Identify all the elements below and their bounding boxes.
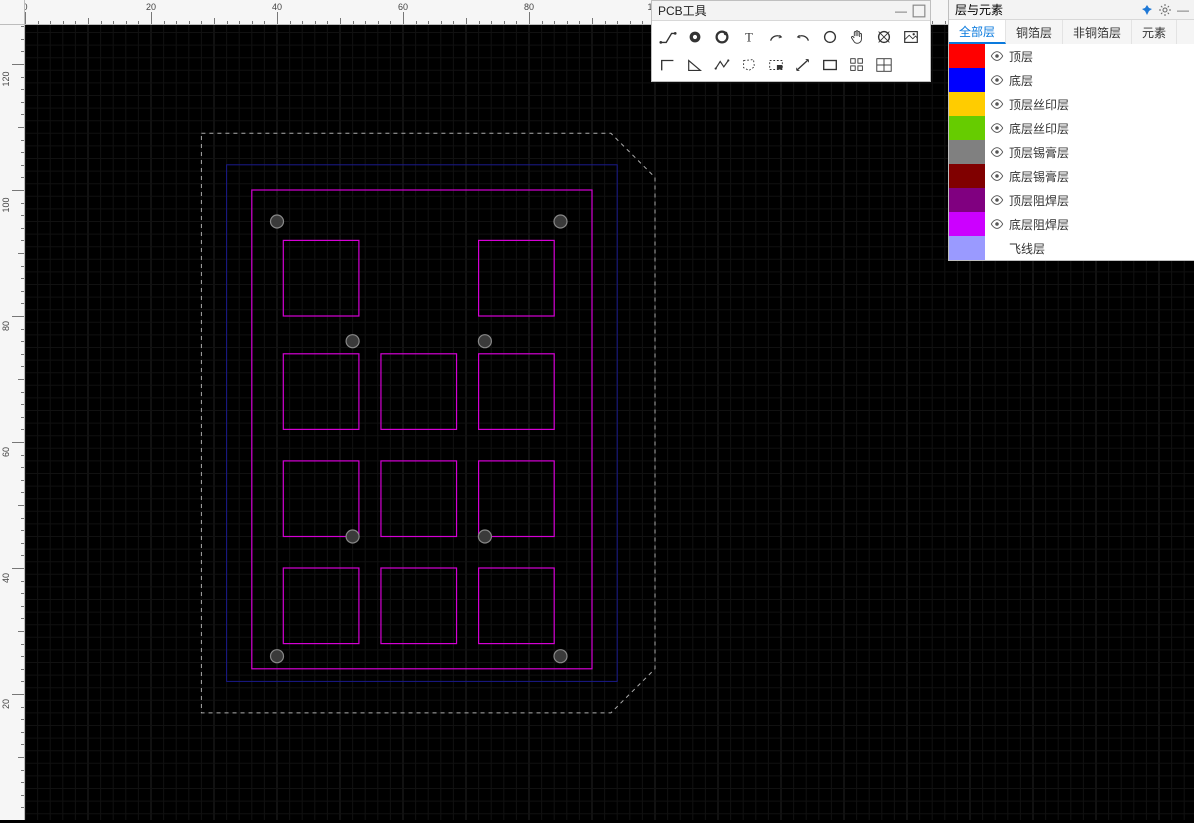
layer-row[interactable]: 底层锡膏层 bbox=[949, 164, 1194, 188]
panel-title: 层与元素 bbox=[955, 1, 1140, 18]
tool-region[interactable] bbox=[735, 51, 762, 79]
tool-arc-ccw[interactable] bbox=[789, 23, 816, 51]
pcb-tools-panel[interactable]: PCB工具 — T bbox=[651, 0, 931, 82]
dock-icon[interactable] bbox=[912, 4, 926, 18]
layer-name: 底层丝印层 bbox=[1009, 120, 1194, 137]
visibility-eye-icon[interactable] bbox=[985, 217, 1009, 231]
layer-color-swatch[interactable] bbox=[949, 92, 985, 116]
layer-tabs: 全部层 铜箔层 非铜箔层 元素 bbox=[949, 20, 1194, 44]
layer-name: 顶层阻焊层 bbox=[1009, 192, 1194, 209]
layer-row[interactable]: 顶层锡膏层 bbox=[949, 140, 1194, 164]
layer-color-swatch[interactable] bbox=[949, 236, 985, 260]
tab-copper-layers[interactable]: 铜箔层 bbox=[1006, 20, 1063, 44]
tab-all-layers[interactable]: 全部层 bbox=[949, 20, 1006, 44]
panel-header[interactable]: 层与元素 — bbox=[949, 0, 1194, 20]
tab-noncopper-layers[interactable]: 非铜箔层 bbox=[1063, 20, 1132, 44]
tab-elements[interactable]: 元素 bbox=[1132, 20, 1177, 44]
layer-row[interactable]: 底层丝印层 bbox=[949, 116, 1194, 140]
panel-header[interactable]: PCB工具 — bbox=[652, 1, 930, 21]
svg-text:T: T bbox=[745, 31, 753, 45]
layer-color-swatch[interactable] bbox=[949, 140, 985, 164]
layer-name: 顶层 bbox=[1009, 48, 1194, 65]
tool-polyline[interactable] bbox=[708, 51, 735, 79]
layer-name: 底层 bbox=[1009, 72, 1194, 89]
tool-align[interactable] bbox=[870, 51, 897, 79]
layer-color-swatch[interactable] bbox=[949, 212, 985, 236]
layers-list: 顶层底层顶层丝印层底层丝印层顶层锡膏层底层锡膏层顶层阻焊层底层阻焊层飞线层 bbox=[949, 44, 1194, 260]
layer-color-swatch[interactable] bbox=[949, 116, 985, 140]
visibility-eye-icon[interactable] bbox=[985, 121, 1009, 135]
tool-image[interactable] bbox=[897, 23, 924, 51]
ruler-corner bbox=[0, 0, 25, 25]
tool-grid: T bbox=[652, 21, 930, 81]
visibility-eye-icon[interactable] bbox=[985, 49, 1009, 63]
visibility-eye-icon[interactable] bbox=[985, 169, 1009, 183]
tool-circle[interactable] bbox=[816, 23, 843, 51]
layers-panel[interactable]: 层与元素 — 全部层 铜箔层 非铜箔层 元素 顶层底层顶层丝印层底层丝印层顶层锡… bbox=[948, 0, 1194, 261]
layer-color-swatch[interactable] bbox=[949, 68, 985, 92]
minimize-icon[interactable]: — bbox=[894, 4, 908, 18]
tool-measure[interactable] bbox=[870, 23, 897, 51]
tool-text[interactable]: T bbox=[735, 23, 762, 51]
tool-via[interactable] bbox=[681, 23, 708, 51]
tool-rect-region[interactable] bbox=[762, 51, 789, 79]
ruler-left: 020406080100120 bbox=[0, 25, 25, 820]
tool-array[interactable] bbox=[843, 51, 870, 79]
layer-name: 底层阻焊层 bbox=[1009, 216, 1194, 233]
tool-rect[interactable] bbox=[816, 51, 843, 79]
tool-dimension[interactable] bbox=[789, 51, 816, 79]
layer-row[interactable]: 顶层阻焊层 bbox=[949, 188, 1194, 212]
visibility-eye-icon[interactable] bbox=[985, 73, 1009, 87]
tool-pad[interactable] bbox=[708, 23, 735, 51]
minimize-icon[interactable]: — bbox=[1176, 3, 1190, 17]
layer-name: 飞线层 bbox=[1009, 240, 1194, 257]
panel-title: PCB工具 bbox=[658, 2, 894, 19]
layer-name: 顶层丝印层 bbox=[1009, 96, 1194, 113]
layer-color-swatch[interactable] bbox=[949, 164, 985, 188]
tool-route-track[interactable] bbox=[654, 23, 681, 51]
layer-color-swatch[interactable] bbox=[949, 188, 985, 212]
visibility-eye-icon[interactable] bbox=[985, 145, 1009, 159]
layer-row[interactable]: 底层 bbox=[949, 68, 1194, 92]
layer-color-swatch[interactable] bbox=[949, 44, 985, 68]
layer-row[interactable]: 顶层 bbox=[949, 44, 1194, 68]
layer-name: 底层锡膏层 bbox=[1009, 168, 1194, 185]
layer-name: 顶层锡膏层 bbox=[1009, 144, 1194, 161]
tool-pan[interactable] bbox=[843, 23, 870, 51]
layer-row[interactable]: 底层阻焊层 bbox=[949, 212, 1194, 236]
gear-icon[interactable] bbox=[1158, 3, 1172, 17]
visibility-eye-icon[interactable] bbox=[985, 193, 1009, 207]
layer-row[interactable]: 飞线层 bbox=[949, 236, 1194, 260]
visibility-eye-icon[interactable] bbox=[985, 97, 1009, 111]
layer-row[interactable]: 顶层丝印层 bbox=[949, 92, 1194, 116]
pin-icon[interactable] bbox=[1140, 3, 1154, 17]
tool-line[interactable] bbox=[654, 51, 681, 79]
tool-arc-cw[interactable] bbox=[762, 23, 789, 51]
tool-angle[interactable] bbox=[681, 51, 708, 79]
